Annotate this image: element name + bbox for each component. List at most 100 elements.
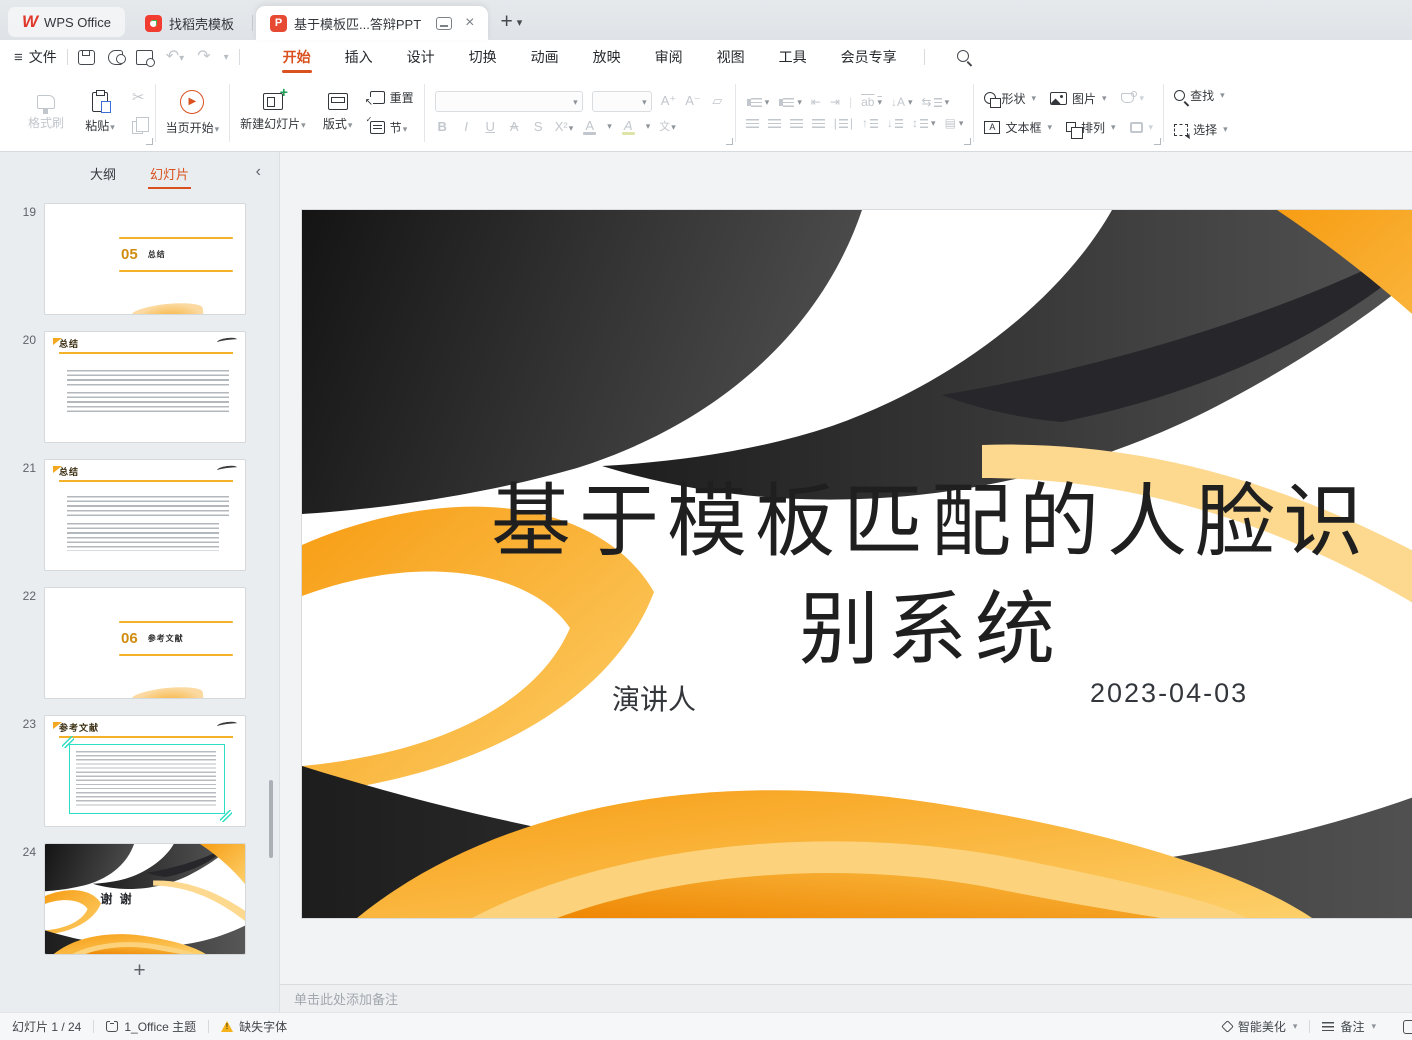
wps-home-tab[interactable]: W WPS Office: [8, 7, 125, 37]
date-text[interactable]: 2023-04-03: [1090, 678, 1248, 709]
increase-indent-icon[interactable]: ⇥: [830, 95, 840, 109]
decrease-indent-icon[interactable]: ⇤: [811, 95, 821, 109]
current-slide[interactable]: 基于模板匹配的人脸识 别系统 演讲人 2023-04-03: [302, 210, 1412, 918]
document-tab[interactable]: P 基于模板匹...答辩PPT ×: [256, 6, 488, 40]
line-spacing-icon[interactable]: ↕▾: [912, 116, 936, 130]
format-painter-button[interactable]: 格式刷: [24, 82, 68, 144]
row-spacing-up-icon[interactable]: ↑: [862, 116, 878, 130]
presenter-text[interactable]: 演讲人: [612, 678, 696, 718]
fill-color-button[interactable]: ▾: [1121, 87, 1145, 109]
slide-title-text[interactable]: 基于模板匹配的人脸识 别系统: [302, 468, 1412, 684]
text-direction-icon[interactable]: ↓A▾: [891, 95, 913, 109]
redo-icon[interactable]: ↷: [197, 49, 210, 65]
justify-icon[interactable]: [812, 119, 825, 128]
slide-21-thumbnail[interactable]: 总结: [44, 459, 246, 571]
output-convert-icon[interactable]: [108, 50, 123, 65]
convert-smartart-icon[interactable]: ⇆▾: [922, 95, 950, 109]
font-size-combo[interactable]: ▾: [592, 91, 652, 112]
slide-20-thumbnail[interactable]: 总结: [44, 331, 246, 443]
strikethrough-icon[interactable]: A: [507, 119, 522, 134]
clear-format-icon[interactable]: ▱: [710, 93, 725, 109]
play-from-current-button[interactable]: ▶ 当页开始▾: [166, 82, 220, 144]
arrange-button[interactable]: 排列▾: [1066, 116, 1116, 138]
print-preview-icon[interactable]: [136, 50, 153, 65]
add-slide-button[interactable]: +: [0, 958, 279, 984]
thumbnail-scrollbar[interactable]: [269, 780, 273, 858]
row-spacing-down-icon[interactable]: ↓: [887, 116, 903, 130]
textbox-button[interactable]: A文本框▾: [984, 116, 1052, 138]
clipboard-dialog-launcher[interactable]: [146, 138, 153, 145]
selected-textbox[interactable]: [69, 744, 225, 814]
tab-outline[interactable]: 大纲: [88, 160, 118, 187]
missing-font-warning[interactable]: 缺失字体: [221, 1018, 287, 1035]
docer-template-tab[interactable]: 找稻壳模板: [131, 6, 248, 40]
tab-tools[interactable]: 工具: [762, 40, 824, 74]
drawing-dialog-launcher[interactable]: [1154, 138, 1161, 145]
rotate-handle-icon[interactable]: [220, 810, 232, 822]
slide-23-thumbnail[interactable]: 参考文献: [44, 715, 246, 827]
reset-button[interactable]: 重置: [370, 87, 414, 109]
distribute-icon[interactable]: ||: [834, 116, 853, 130]
font-dialog-launcher[interactable]: [726, 138, 733, 145]
collapse-panel-icon[interactable]: ‹: [256, 163, 261, 181]
text-shadow-icon[interactable]: S: [531, 119, 546, 134]
cut-button[interactable]: ✂: [132, 87, 145, 109]
search-button[interactable]: [957, 49, 969, 65]
paste-button[interactable]: 粘贴▾: [78, 82, 122, 144]
numbered-list-icon[interactable]: ▾: [778, 97, 802, 108]
tab-insert[interactable]: 插入: [328, 40, 390, 74]
copy-button[interactable]: [132, 117, 145, 139]
clipped-view-icon[interactable]: [1403, 1020, 1412, 1034]
paragraph-dialog-launcher[interactable]: [964, 138, 971, 145]
shape-outline-button[interactable]: ▾: [1130, 116, 1154, 138]
slide-24-thumbnail[interactable]: 谢 谢: [44, 843, 246, 955]
notes-bar[interactable]: 单击此处添加备注: [280, 984, 1412, 1012]
section-button[interactable]: 节▾: [370, 117, 414, 139]
tab-home[interactable]: 开始: [266, 40, 328, 74]
bullet-list-icon[interactable]: ▾: [746, 97, 770, 108]
align-right-icon[interactable]: [790, 119, 803, 128]
tab-design[interactable]: 设计: [390, 40, 452, 74]
save-icon[interactable]: [78, 50, 95, 65]
superscript-icon[interactable]: X²▾: [555, 119, 574, 134]
align-text-icon[interactable]: ▤▾: [945, 116, 964, 130]
tab-review[interactable]: 审阅: [638, 40, 700, 74]
close-tab-icon[interactable]: ×: [465, 15, 474, 31]
picture-button[interactable]: 图片▾: [1050, 87, 1107, 109]
pinyin-guide-icon[interactable]: 文▾: [659, 118, 676, 134]
split-window-icon[interactable]: [436, 17, 452, 30]
font-color-icon[interactable]: A: [582, 118, 597, 135]
decrease-font-icon[interactable]: A⁻: [685, 93, 701, 109]
slide-22-thumbnail[interactable]: 06 参考文献: [44, 587, 246, 699]
new-tab-button[interactable]: +: [500, 11, 512, 32]
increase-font-icon[interactable]: A⁺: [661, 93, 677, 109]
undo-icon[interactable]: ↶▾: [166, 49, 184, 65]
rotate-handle-icon[interactable]: [62, 736, 74, 748]
notes-toggle-button[interactable]: 备注 ▾: [1322, 1018, 1376, 1035]
bold-icon[interactable]: B: [435, 119, 450, 134]
new-slide-button[interactable]: 新建幻灯片▾: [240, 82, 306, 144]
layout-button[interactable]: 版式▾: [316, 82, 360, 144]
italic-icon[interactable]: I: [459, 119, 474, 134]
undo-chevron-icon[interactable]: ▾: [179, 53, 184, 64]
font-name-combo[interactable]: ▾: [435, 91, 583, 112]
find-button[interactable]: 查找▾: [1174, 85, 1228, 107]
highlight-color-icon[interactable]: A: [621, 118, 636, 135]
slide-19-thumbnail[interactable]: 05 总结: [44, 203, 246, 315]
tab-member[interactable]: 会员专享: [824, 40, 914, 74]
smart-beautify-button[interactable]: 智能美化 ▾: [1223, 1018, 1298, 1035]
select-button[interactable]: 选择▾: [1174, 119, 1228, 141]
file-menu-button[interactable]: ≡ 文件: [14, 47, 57, 67]
tab-slides[interactable]: 幻灯片: [148, 160, 191, 187]
tab-animation[interactable]: 动画: [514, 40, 576, 74]
theme-indicator[interactable]: 1_Office 主题: [106, 1018, 196, 1035]
customize-toolbar-chevron-icon[interactable]: ▾: [224, 52, 229, 63]
tab-view[interactable]: 视图: [700, 40, 762, 74]
align-left-icon[interactable]: [746, 119, 759, 128]
tab-list-chevron-icon[interactable]: ▾: [517, 16, 523, 29]
shapes-button[interactable]: 形状▾: [984, 87, 1036, 109]
underline-icon[interactable]: U: [483, 119, 498, 134]
align-center-icon[interactable]: [768, 119, 781, 128]
tab-transition[interactable]: 切换: [452, 40, 514, 74]
tab-slideshow[interactable]: 放映: [576, 40, 638, 74]
